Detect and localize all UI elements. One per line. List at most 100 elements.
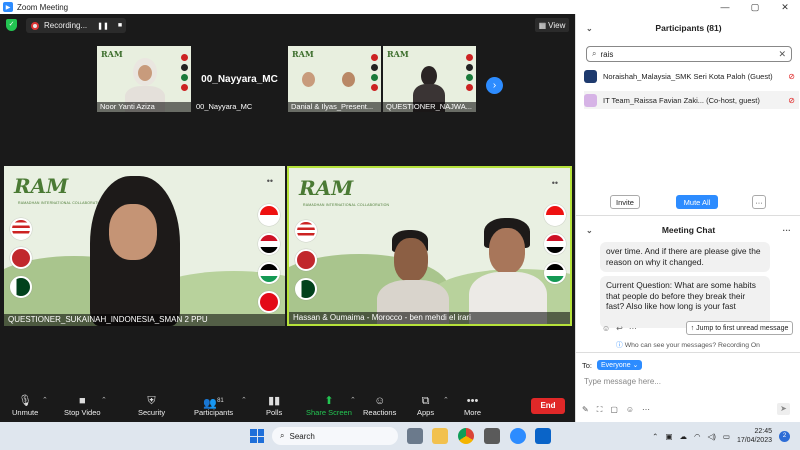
minimize-button[interactable]: — [710,0,740,14]
chat-options-icon[interactable]: ··· [783,225,792,235]
collapse-chevron-icon[interactable]: ⌄ [586,226,593,235]
end-meeting-button[interactable]: End [531,398,565,414]
more-icon[interactable]: ⋯ [629,324,637,333]
share-options-chevron-icon[interactable]: ⌃ [350,396,356,404]
reaction-icon[interactable]: ☺ [602,324,610,333]
pause-recording-icon[interactable]: ❚❚ [97,22,109,30]
apps-button[interactable]: ⧉ Apps [417,394,434,417]
meeting-area: ✓ Recording... ❚❚ ■ ▦ View RAM Noor Yant… [0,14,575,392]
video-thumbnail[interactable]: RAM Danial & Ilyas_Present... [288,46,381,112]
ram-logo-subtitle: RAMADHAN INTERNATIONAL COLLABORATION [18,201,105,205]
video-thumbnail[interactable]: 00_Nayyara_MC 00_Nayyara_MC [193,46,286,112]
more-icon[interactable]: ⋯ [642,405,650,415]
flag-column [371,54,378,91]
screenshot-icon[interactable]: ⛶ [597,405,603,415]
notification-badge[interactable]: 2 [779,430,790,442]
mute-all-button[interactable]: Mute All [676,195,718,209]
unmute-button[interactable]: 🎙 Unmute [12,394,38,417]
chat-visibility-link[interactable]: ⓘ Who can see your messages? Recording O… [616,339,760,349]
view-button[interactable]: ▦ View [535,18,569,32]
participant-name: Noraishah_Malaysia_SMK Seri Kota Paloh (… [603,71,773,81]
video-tile-name: Hassan & Oumaima - Morocco - ben mehdi e… [289,312,570,324]
clock[interactable]: 22:45 17/04/2023 [737,427,772,445]
apps-label: Apps [417,408,435,417]
jump-to-unread-button[interactable]: ↑ Jump to first unread message [686,321,793,335]
malaysia-flag-icon [295,220,317,242]
more-label: More [464,408,482,417]
participant-video-face [489,228,525,274]
stop-recording-icon[interactable]: ■ [118,22,122,29]
next-page-arrow-icon[interactable]: › [486,77,503,94]
send-button[interactable]: ➤ [777,403,790,415]
emoji-icon[interactable]: ☺ [626,405,634,415]
ram-logo: RAM [387,49,409,59]
more-button[interactable]: ••• More [464,394,481,417]
app-tray-icon[interactable]: ▣ [665,432,672,441]
meeting-toolbar: 🎙 Unmute ⌃ ■ Stop Video ⌃ ⛨ Security 👥81… [0,392,575,422]
thumbnail-display-name: 00_Nayyara_MC [201,73,278,85]
clear-search-icon[interactable]: ✕ [778,49,786,60]
participants-options-chevron-icon[interactable]: ⌃ [241,396,247,404]
chat-message-input[interactable]: Type message here... [584,377,661,386]
to-label: To: [582,360,593,370]
app-icon[interactable] [484,428,500,444]
window-titlebar: ▶ Zoom Meeting — ▢ ✕ [0,0,800,14]
invite-button[interactable]: Invite [610,195,640,209]
security-button[interactable]: ⛨ Security [138,394,165,417]
zoom-taskbar-icon[interactable] [510,428,526,444]
participant-row[interactable]: Noraishah_Malaysia_SMK Seri Kota Paloh (… [584,67,799,85]
battery-icon[interactable]: ▭ [723,432,730,441]
reply-icon[interactable]: ↩ [616,324,623,333]
unmute-label: Unmute [12,408,39,417]
tile-options-icon[interactable]: •• [552,178,558,188]
meeting-topbar: ✓ Recording... ❚❚ ■ ▦ View [0,14,575,36]
chat-tools: ✎ ⛶ ▢ ☺ ⋯ [582,405,650,415]
chat-recipient-row: To: Everyone ⌄ [582,360,643,370]
wifi-icon[interactable]: ◠ [694,432,701,441]
more-options-button[interactable]: ··· [752,195,766,209]
format-icon[interactable]: ✎ [582,405,589,415]
tile-options-icon[interactable]: •• [267,176,273,186]
outlook-icon[interactable] [535,428,551,444]
video-options-chevron-icon[interactable]: ⌃ [101,396,107,404]
taskbar-search[interactable]: ⌕ Search [272,427,398,445]
video-thumbnail[interactable]: RAM Noor Yanti Aziza [97,46,191,112]
video-thumbnail[interactable]: RAM QUESTIONER_NAJWA... [383,46,476,112]
participants-button[interactable]: 👥81 Participants [194,394,233,417]
video-tile-right-active[interactable]: RAM RAMADHAN INTERNATIONAL COLLABORATION… [287,166,572,326]
file-explorer-icon[interactable] [432,428,448,444]
volume-icon[interactable]: ◁) [708,432,716,441]
microphone-muted-icon: 🎙 [18,395,33,407]
participant-search-input[interactable]: ⌕ rais ✕ [586,46,792,62]
encryption-shield-icon[interactable]: ✓ [6,19,17,31]
file-icon[interactable]: ▢ [610,405,618,415]
reactions-button[interactable]: ☺ Reactions [363,394,396,417]
close-button[interactable]: ✕ [770,0,800,14]
indonesia-flag-icon [258,204,280,226]
chevron-up-icon[interactable]: ⌃ [652,432,658,441]
flag-column-left [295,220,317,300]
share-screen-icon: ⬆ [324,395,334,407]
recipient-select[interactable]: Everyone ⌄ [597,360,643,370]
windows-start-icon[interactable] [250,429,264,443]
participant-row[interactable]: IT Team_Raissa Favian Zaki... (Co-host, … [584,91,799,109]
search-value: rais [600,49,614,59]
stop-video-button[interactable]: ■ Stop Video [64,394,101,417]
ram-logo-subtitle: RAMADHAN INTERNATIONAL COLLABORATION [303,203,390,207]
share-screen-button[interactable]: ⬆ Share Screen [306,394,352,417]
view-label: View [548,20,566,30]
divider [576,215,800,216]
thumbnail-name: QUESTIONER_NAJWA... [383,102,476,112]
apps-options-chevron-icon[interactable]: ⌃ [443,396,449,404]
audio-options-chevron-icon[interactable]: ⌃ [42,396,48,404]
maximize-button[interactable]: ▢ [740,0,770,14]
video-tile-left[interactable]: RAM RAMADHAN INTERNATIONAL COLLABORATION… [4,166,285,326]
camera-app-icon[interactable] [407,428,423,444]
jump-label: Jump to first unread message [696,324,789,332]
video-camera-icon: ■ [78,395,86,407]
shield-icon: ⛨ [147,395,156,407]
collapse-chevron-icon[interactable]: ⌄ [586,24,593,33]
chrome-icon[interactable] [458,428,474,444]
onedrive-icon[interactable]: ☁ [680,432,688,441]
polls-button[interactable]: ▮▮ Polls [266,394,282,417]
